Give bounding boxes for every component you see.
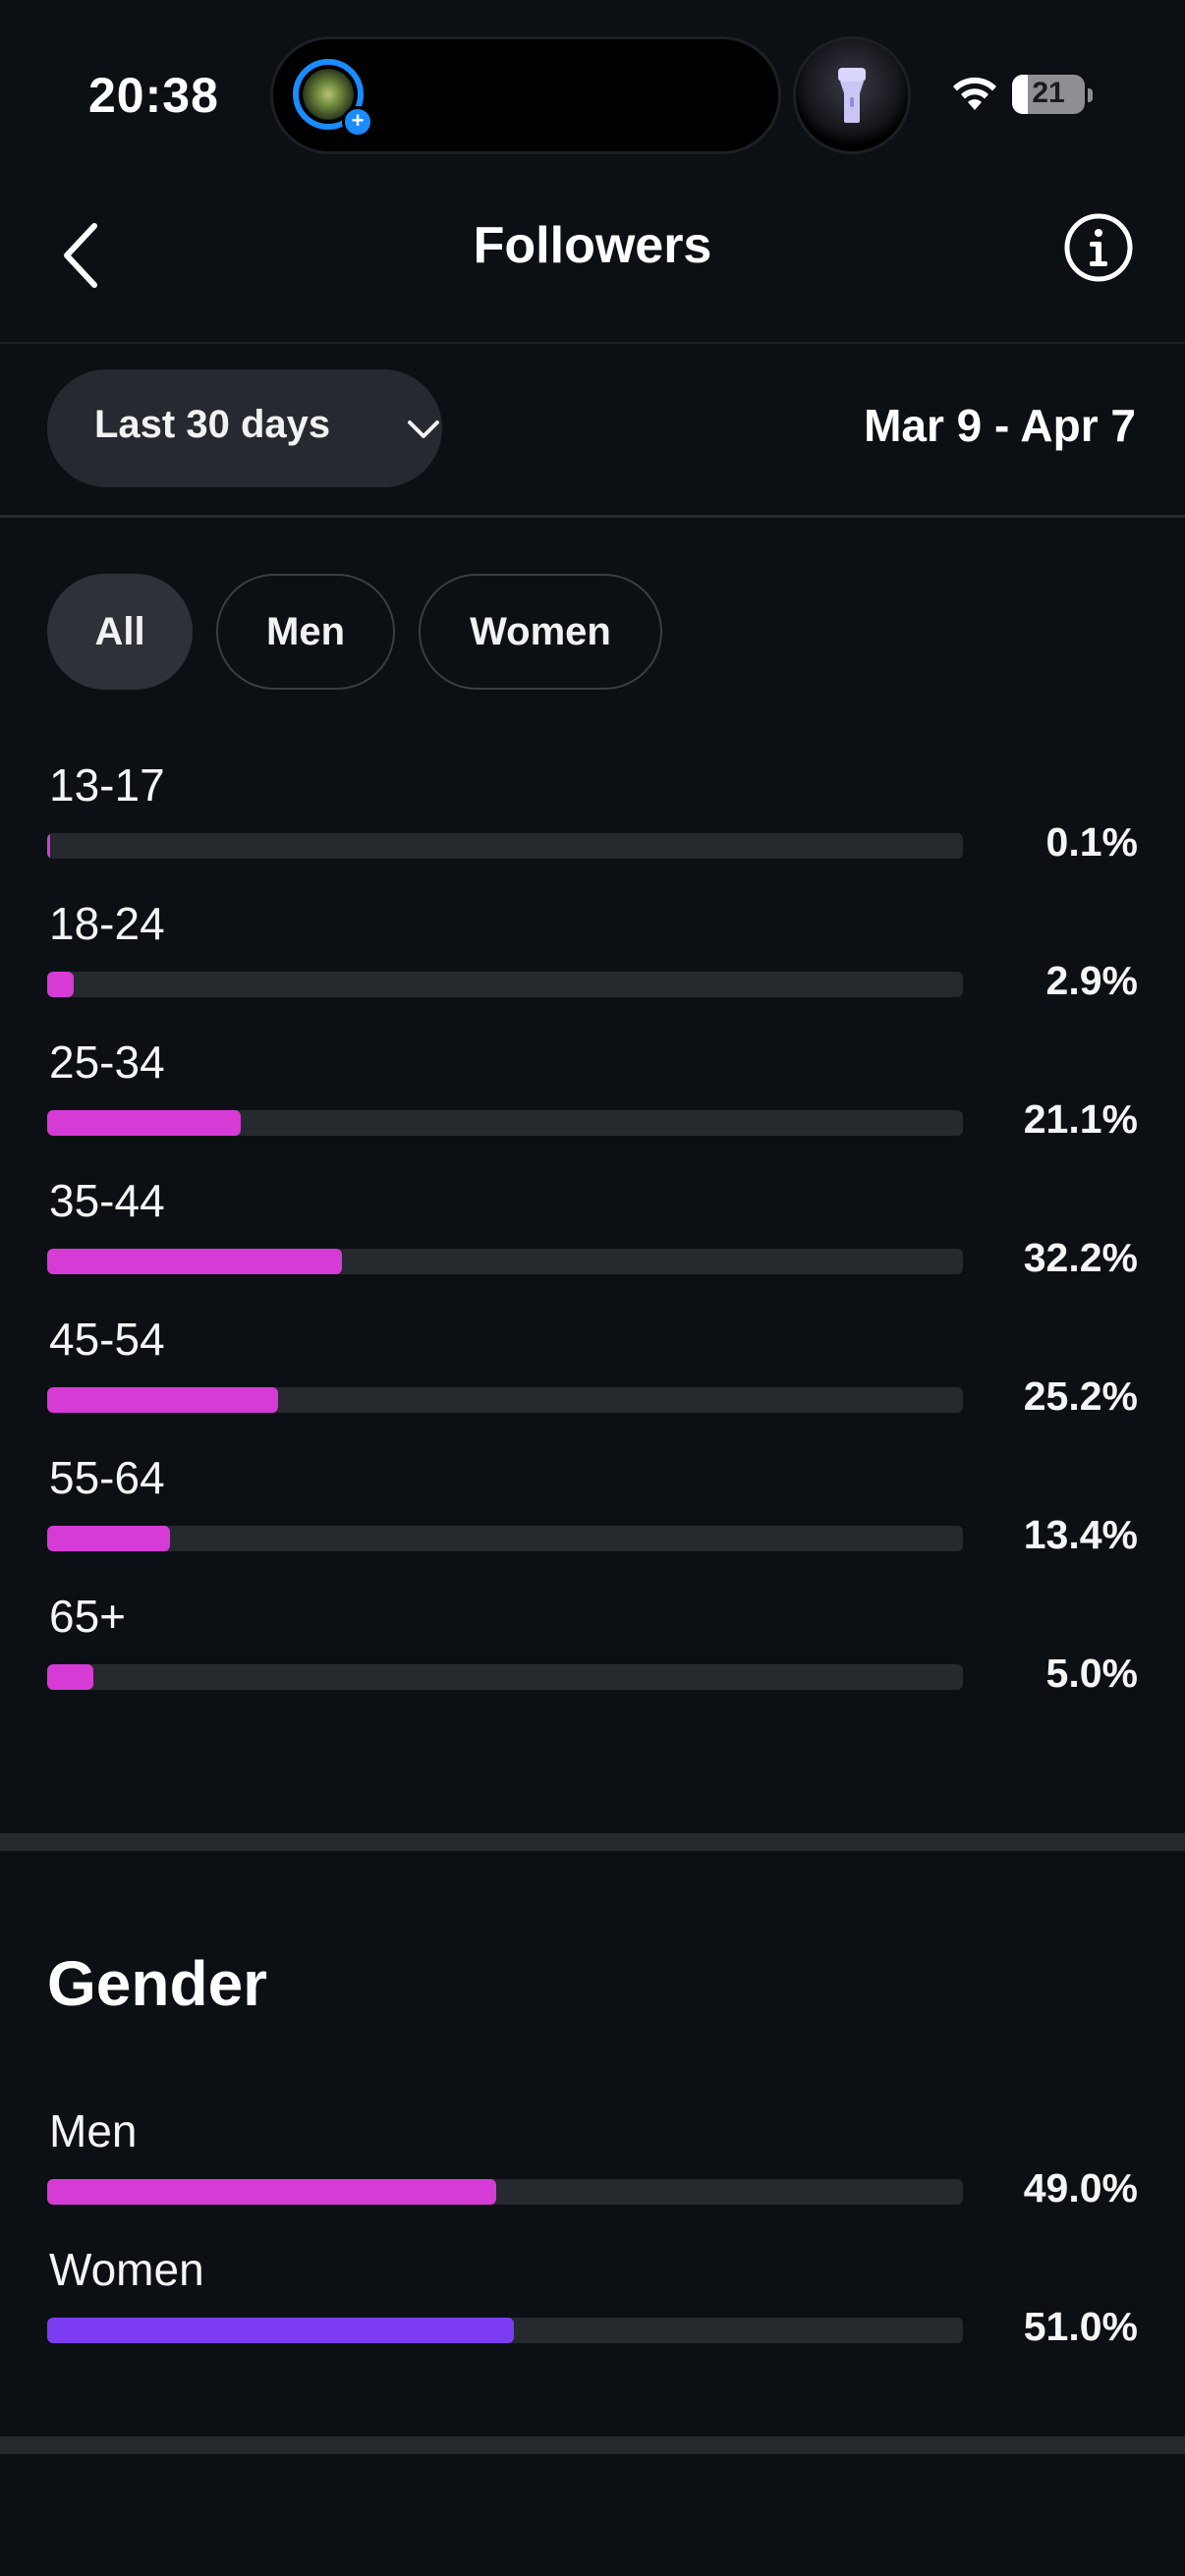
bar-track [47, 1387, 963, 1413]
status-time: 20:38 [88, 68, 219, 123]
bar-track [47, 2318, 963, 2343]
age-range-value: 13.4% [1023, 1512, 1138, 1557]
bar-fill [47, 2318, 515, 2343]
date-range-text: Mar 9 - Apr 7 [864, 400, 1136, 451]
section-divider [0, 1833, 1185, 1851]
age-range-row: 25-34 21.1% [47, 1036, 1138, 1163]
wifi-icon [953, 77, 996, 110]
bar-track [47, 1664, 963, 1690]
age-range-value: 25.2% [1023, 1373, 1138, 1419]
age-range-value: 21.1% [1023, 1096, 1138, 1142]
age-range-value: 5.0% [1045, 1651, 1138, 1696]
plus-badge-icon: + [342, 106, 373, 138]
date-range-dropdown-label: Last 30 days [94, 403, 331, 446]
status-bar: 20:38 + 21 [0, 0, 1185, 187]
age-range-row: 13-17 0.1% [47, 758, 1138, 886]
battery-tip [1088, 88, 1093, 102]
gender-section-title: Gender [47, 1948, 268, 2019]
bar-track [47, 1249, 963, 1274]
bar-track [47, 972, 963, 997]
page-title: Followers [473, 217, 712, 274]
chevron-down-icon [408, 420, 439, 438]
age-range-label: 35-44 [49, 1175, 165, 1226]
bar-track [47, 833, 963, 859]
tab-men[interactable]: Men [216, 574, 395, 690]
bar-fill [47, 1664, 93, 1690]
bar-fill [47, 972, 75, 997]
age-range-label: 55-64 [49, 1452, 165, 1503]
age-range-label: 25-34 [49, 1036, 165, 1088]
bar-fill [47, 1526, 170, 1551]
info-icon[interactable] [1063, 212, 1134, 283]
gender-row-men: Men 49.0% [47, 2104, 1138, 2232]
gender-value: 51.0% [1023, 2304, 1138, 2349]
header: Followers [0, 187, 1185, 344]
bar-track [47, 2179, 963, 2205]
bar-track [47, 1526, 963, 1551]
date-filter-row: Last 30 days Mar 9 - Apr 7 [0, 344, 1185, 518]
age-range-label: 45-54 [49, 1314, 165, 1365]
bar-fill [47, 1249, 343, 1274]
bar-track [47, 1110, 963, 1136]
followers-insights-screen: 20:38 + 21 Followers Last 30 days Mar 9 … [0, 0, 1185, 2576]
age-range-row: 55-64 13.4% [47, 1451, 1138, 1579]
age-range-label: 65+ [49, 1591, 127, 1642]
bar-fill [47, 2179, 496, 2205]
age-range-label: 13-17 [49, 759, 165, 811]
age-range-label: 18-24 [49, 898, 165, 949]
flashlight-icon[interactable] [796, 39, 908, 151]
gender-value: 49.0% [1023, 2165, 1138, 2211]
age-range-row: 35-44 32.2% [47, 1174, 1138, 1302]
age-range-value: 32.2% [1023, 1235, 1138, 1280]
section-divider [0, 2436, 1185, 2454]
age-range-row: 65+ 5.0% [47, 1590, 1138, 1717]
dynamic-island[interactable]: + [273, 39, 778, 151]
bar-fill [47, 1110, 241, 1136]
battery-level: 21 [1032, 77, 1065, 109]
tab-all[interactable]: All [47, 574, 193, 690]
age-range-value: 2.9% [1045, 958, 1138, 1003]
bar-fill [47, 833, 50, 859]
gender-label: Women [49, 2244, 204, 2295]
date-range-dropdown[interactable]: Last 30 days [47, 369, 442, 487]
battery-icon: 21 [1012, 75, 1085, 114]
gender-label: Men [49, 2105, 138, 2156]
age-range-value: 0.1% [1045, 819, 1138, 865]
age-range-row: 18-24 2.9% [47, 897, 1138, 1025]
bar-fill [47, 1387, 278, 1413]
tab-women[interactable]: Women [419, 574, 662, 690]
age-range-row: 45-54 25.2% [47, 1313, 1138, 1440]
gender-row-women: Women 51.0% [47, 2243, 1138, 2371]
